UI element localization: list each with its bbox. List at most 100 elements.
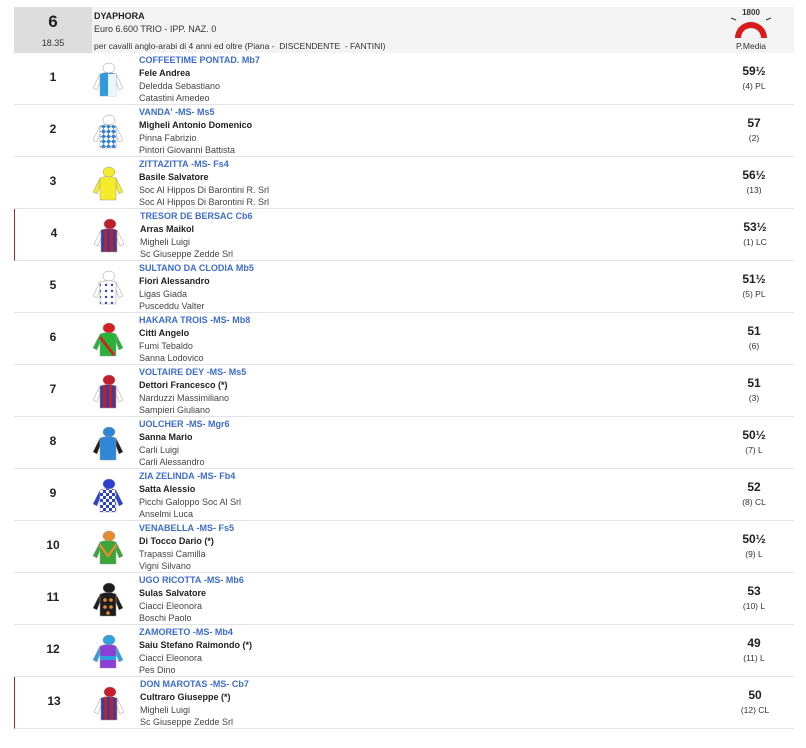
horse-code: Mb6 bbox=[225, 575, 244, 585]
jockey-silk-icon bbox=[91, 478, 125, 514]
horse-ms-tag: -MS- bbox=[186, 419, 206, 429]
runner-number: 6 bbox=[49, 330, 57, 344]
horse-name-link[interactable]: SULTANO DA CLODIA bbox=[139, 263, 233, 273]
horse-ms-tag: -MS- bbox=[210, 315, 230, 325]
horse-ms-tag: -MS- bbox=[203, 575, 224, 585]
jockey-silk-icon bbox=[91, 582, 125, 618]
runner-weight: 51½ bbox=[742, 272, 766, 286]
horse-code: Ms5 bbox=[197, 107, 215, 117]
runner-number: 13 bbox=[47, 694, 61, 708]
trainer-name: Soc Al Hippos Di Barontini R. Srl bbox=[139, 184, 270, 195]
jockey-silk-icon bbox=[91, 62, 125, 98]
horse-name-link[interactable]: VENABELLA bbox=[139, 523, 194, 533]
horse-code: Mb5 bbox=[235, 263, 254, 273]
horse-ms-tag: -MS- bbox=[191, 159, 211, 169]
runner-note: (12) CL bbox=[740, 705, 770, 715]
runner-number: 7 bbox=[49, 382, 57, 396]
horse-ms-tag: -MS- bbox=[209, 679, 230, 689]
horse-ms-tag: -MS- bbox=[192, 627, 213, 637]
runner-note: (7) L bbox=[745, 445, 763, 455]
runners-list: 1 COFFEETIME PONTAD. Mb7 Fele Andrea Del… bbox=[14, 53, 794, 729]
horse-name-link[interactable]: ZAMORETO bbox=[139, 627, 190, 637]
runner-weight: 53 bbox=[747, 584, 761, 598]
trainer-name: Ciacci Eleonora bbox=[139, 600, 203, 611]
trainer-name: Ligas Giada bbox=[139, 288, 188, 299]
runner-row: 12 ZAMORETO -MS- Mb4 Saiu Stefano Raimon… bbox=[14, 625, 794, 677]
owner-name: Sc Giuseppe Zedde Srl bbox=[140, 717, 234, 728]
horse-name-link[interactable]: ZITTAZITTA bbox=[139, 159, 189, 169]
runner-row: 11 UGO RICOTTA -MS- Mb6 Sulas Salvatore … bbox=[14, 573, 794, 625]
trainer-name: Fumi Tebaldo bbox=[139, 340, 193, 351]
owner-name: Sc Giuseppe Zedde Srl bbox=[140, 249, 234, 260]
jockey-name: Citti Angelo bbox=[139, 327, 190, 338]
jockey-name: Basile Salvatore bbox=[139, 171, 209, 182]
jockey-silk-icon bbox=[91, 322, 125, 358]
owner-name: Soc Al Hippos Di Barontini R. Srl bbox=[139, 197, 270, 208]
runner-number: 5 bbox=[49, 278, 57, 292]
runner-note: (13) bbox=[746, 185, 762, 195]
jockey-name: Migheli Antonio Domenico bbox=[139, 119, 253, 130]
horse-name-link[interactable]: DON MAROTAS bbox=[140, 679, 207, 689]
runner-row: 5 SULTANO DA CLODIA Mb5 Fiori Alessandro… bbox=[14, 261, 794, 313]
logo-number: 1800 bbox=[742, 8, 760, 17]
race-name: DYAPHORA bbox=[94, 11, 145, 21]
horse-ms-tag: -MS- bbox=[206, 367, 227, 377]
jockey-silk-icon bbox=[91, 426, 125, 462]
jockey-silk-icon bbox=[92, 218, 126, 254]
horse-code: Fs4 bbox=[213, 159, 229, 169]
owner-name: Anselmi Luca bbox=[139, 509, 194, 520]
trainer-name: Ciacci Eleonora bbox=[139, 652, 203, 663]
jockey-name: Saiu Stefano Raimondo (*) bbox=[139, 639, 253, 650]
horse-code: Mb7 bbox=[241, 55, 260, 65]
runner-row: 4 TRESOR DE BERSAC Cb6 Arras Maikol Migh… bbox=[14, 209, 794, 261]
runner-weight: 51 bbox=[747, 376, 761, 390]
horse-code: Mgr6 bbox=[208, 419, 230, 429]
jockey-silk-icon bbox=[92, 686, 126, 722]
horse-name-link[interactable]: TRESOR DE BERSAC bbox=[140, 211, 233, 221]
jockey-name: Dettori Francesco (*) bbox=[139, 379, 228, 390]
jockey-silk-icon bbox=[91, 634, 125, 670]
trainer-name: Narduzzi Massimiliano bbox=[139, 392, 230, 403]
owner-name: Catastini Amedeo bbox=[139, 93, 210, 104]
runner-note: (10) L bbox=[742, 601, 766, 611]
horse-name-link[interactable]: COFFEETIME PONTAD. bbox=[139, 55, 239, 65]
jockey-name: Fiori Alessandro bbox=[139, 275, 210, 286]
runner-note: (3) bbox=[748, 393, 760, 403]
runner-weight: 57 bbox=[747, 116, 761, 130]
horse-name-link[interactable]: UOLCHER bbox=[139, 419, 184, 429]
runner-weight: 51 bbox=[747, 324, 761, 338]
owner-name: Pes Dino bbox=[139, 665, 176, 676]
jockey-name: Satta Alessio bbox=[139, 483, 196, 494]
trainer-name: Migheli Luigi bbox=[140, 704, 191, 715]
horse-name-link[interactable]: UGO RICOTTA bbox=[139, 575, 201, 585]
jockey-name: Fele Andrea bbox=[139, 67, 191, 78]
horse-code: Cb7 bbox=[231, 679, 249, 689]
owner-name: Boschi Paolo bbox=[139, 613, 192, 624]
runner-note: (11) L bbox=[743, 653, 765, 663]
race-number-box: 6 18.35 bbox=[14, 7, 92, 53]
trainer-name: Migheli Luigi bbox=[140, 236, 191, 247]
runner-number: 1 bbox=[49, 70, 57, 84]
runner-row: 9 ZIA ZELINDA -MS- Fb4 Satta Alessio Pic… bbox=[14, 469, 794, 521]
runner-row: 13 DON MAROTAS -MS- Cb7 Cultraro Giusepp… bbox=[14, 677, 794, 729]
runner-note: (6) bbox=[748, 341, 760, 351]
jockey-silk-icon bbox=[91, 530, 125, 566]
jockey-silk-icon bbox=[91, 270, 125, 306]
horse-ms-tag: -MS- bbox=[197, 471, 217, 481]
runner-note: (8) CL bbox=[742, 497, 766, 507]
horse-name-link[interactable]: VOLTAIRE DEY bbox=[139, 367, 204, 377]
runner-note: (5) PL bbox=[742, 289, 766, 299]
runner-row: 10 VENABELLA -MS- Fs5 Di Tocco Dario (*)… bbox=[14, 521, 794, 573]
race-number: 6 bbox=[48, 12, 58, 31]
jockey-name: Sulas Salvatore bbox=[139, 587, 207, 598]
runner-weight: 50½ bbox=[742, 428, 766, 442]
horse-code: Cb6 bbox=[235, 211, 253, 221]
horse-name-link[interactable]: VANDA' bbox=[139, 107, 172, 117]
runner-row: 2 VANDA' -MS- Ms5 Migheli Antonio Domeni… bbox=[14, 105, 794, 157]
horse-name-link[interactable]: HAKARA TROIS bbox=[139, 315, 208, 325]
track-type-icon: 1800 P.Media bbox=[726, 7, 776, 53]
horse-name-link[interactable]: ZIA ZELINDA bbox=[139, 471, 195, 481]
race-prize: Euro 6.600 TRIO - IPP. NAZ. 0 bbox=[94, 24, 217, 34]
jockey-silk-icon bbox=[91, 166, 125, 202]
runner-number: 3 bbox=[49, 174, 57, 188]
